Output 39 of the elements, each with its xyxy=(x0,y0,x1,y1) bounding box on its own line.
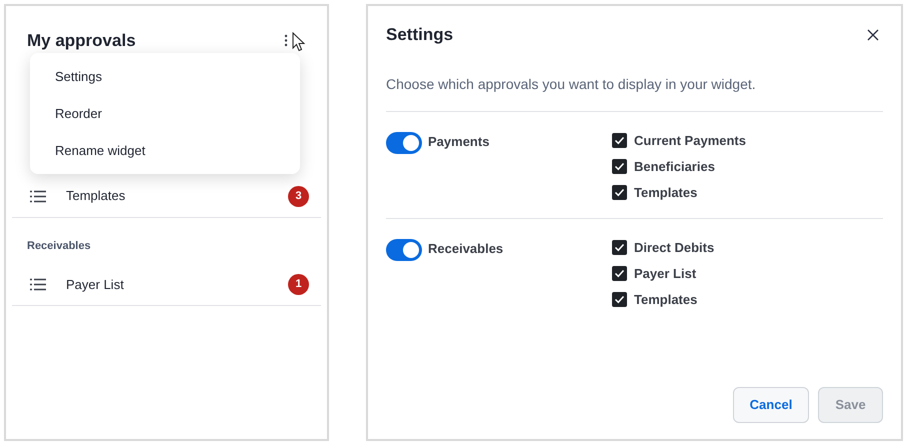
list-icon xyxy=(30,190,46,202)
checkbox[interactable] xyxy=(612,292,627,307)
dialog-title: Settings xyxy=(386,24,454,46)
dialog-button[interactable]: Cancel xyxy=(733,387,809,423)
list-icon xyxy=(30,278,46,291)
widget-title: My approvals xyxy=(27,30,136,52)
check-icon xyxy=(614,242,625,253)
check-icon xyxy=(614,268,625,279)
checkbox-label: Beneficiaries xyxy=(634,158,715,176)
cursor-icon xyxy=(292,32,306,52)
count-badge: 1 xyxy=(288,274,309,295)
check-icon xyxy=(614,161,625,172)
approval-row[interactable]: Templates 3 xyxy=(12,176,321,218)
checkbox[interactable] xyxy=(612,240,627,255)
close-icon[interactable] xyxy=(867,28,879,41)
checkbox[interactable] xyxy=(612,185,627,200)
checkbox-label: Direct Debits xyxy=(634,238,714,257)
checkbox[interactable] xyxy=(612,266,627,281)
approval-row[interactable]: Payer List 1 xyxy=(12,264,321,306)
checkbox-label: Current Payments xyxy=(634,132,746,150)
menu-item[interactable]: Reorder xyxy=(30,95,300,132)
check-icon xyxy=(614,187,625,198)
menu-item[interactable]: Settings xyxy=(30,58,300,95)
checkbox[interactable] xyxy=(612,133,627,148)
menu-item[interactable]: Rename widget xyxy=(30,132,300,169)
checkbox-label: Templates xyxy=(634,290,698,309)
checkbox-label: Payer List xyxy=(634,264,696,283)
checkbox-label: Templates xyxy=(634,184,698,202)
count-badge: 3 xyxy=(288,186,309,206)
group-heading: Receivables xyxy=(26,238,92,254)
toggle-switch[interactable] xyxy=(386,238,422,260)
check-icon xyxy=(614,135,625,146)
section-label: Receivables xyxy=(428,240,504,258)
dialog-description: Choose which approvals you want to display in your widget. xyxy=(386,74,883,112)
more-options-icon[interactable] xyxy=(284,34,288,48)
check-icon xyxy=(614,294,625,305)
toggle-switch[interactable] xyxy=(386,132,422,154)
section-label: Payments xyxy=(428,132,490,151)
checkbox[interactable] xyxy=(612,159,627,174)
